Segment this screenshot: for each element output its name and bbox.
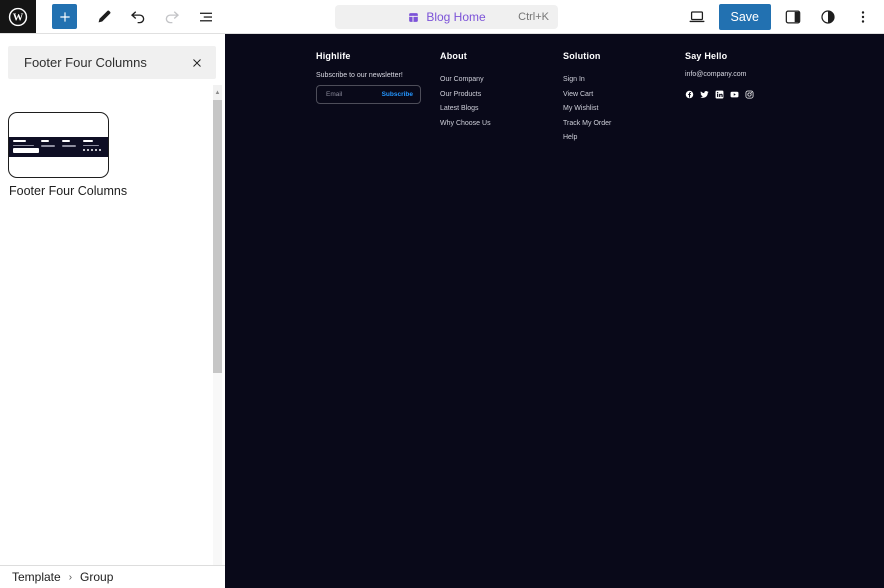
facebook-icon[interactable] xyxy=(685,90,694,99)
footer-column-contact: Say Hello info@company.com xyxy=(685,51,754,146)
footer-column-brand: Highlife Subscribe to our newsletter! Su… xyxy=(316,51,440,146)
footer-column-about: About Our Company Our Products Latest Bl… xyxy=(440,51,563,146)
youtube-icon[interactable] xyxy=(730,90,739,99)
topbar-right-group: Save xyxy=(684,0,877,34)
pencil-icon xyxy=(98,10,111,22)
footer-link[interactable]: View Cart xyxy=(563,88,685,103)
pattern-card-footer-four-columns[interactable] xyxy=(8,112,109,178)
wordpress-logo-button[interactable]: W xyxy=(0,0,36,33)
contact-email[interactable]: info@company.com xyxy=(685,71,754,78)
social-links xyxy=(685,90,754,99)
contrast-icon xyxy=(821,10,835,24)
newsletter-email-input[interactable] xyxy=(324,90,380,99)
editor-canvas: Highlife Subscribe to our newsletter! Su… xyxy=(225,34,884,588)
svg-text:W: W xyxy=(13,12,24,23)
plus-icon xyxy=(59,11,70,22)
footer-link[interactable]: Sign In xyxy=(563,73,685,88)
pattern-search-input[interactable] xyxy=(22,54,186,71)
undo-icon xyxy=(130,10,145,23)
command-bar-shortcut: Ctrl+K xyxy=(518,11,549,23)
footer-link[interactable]: Our Products xyxy=(440,88,563,103)
chevron-right-icon: › xyxy=(68,571,73,583)
breadcrumb: Template › Group xyxy=(0,565,225,588)
footer-link[interactable]: Latest Blogs xyxy=(440,102,563,117)
sidebar-scrollbar[interactable]: ▲ xyxy=(213,85,222,565)
footer-link[interactable]: Help xyxy=(563,131,685,146)
preview-desktop-button[interactable] xyxy=(684,4,710,30)
newsletter-text: Subscribe to our newsletter! xyxy=(316,72,403,79)
template-layout-icon xyxy=(409,12,419,22)
laptop-icon xyxy=(689,11,704,23)
kebab-menu-icon xyxy=(861,11,865,23)
document-overview-button[interactable] xyxy=(193,4,219,30)
save-button[interactable]: Save xyxy=(718,4,771,30)
twitter-icon[interactable] xyxy=(700,90,709,99)
breadcrumb-group[interactable]: Group xyxy=(80,570,113,584)
editor-topbar: W Blog Home Ctrl+K Save xyxy=(0,0,884,34)
footer-about-title: About xyxy=(440,51,467,61)
subscribe-button[interactable]: Subscribe xyxy=(382,91,413,98)
footer-four-columns-block: Highlife Subscribe to our newsletter! Su… xyxy=(316,51,754,146)
footer-link[interactable]: Track My Order xyxy=(563,117,685,132)
redo-icon xyxy=(165,10,180,23)
wordpress-icon: W xyxy=(8,7,28,26)
linkedin-icon[interactable] xyxy=(715,90,724,99)
command-bar-label: Blog Home xyxy=(426,10,486,24)
footer-link[interactable]: My Wishlist xyxy=(563,102,685,117)
settings-sidebar-toggle[interactable] xyxy=(780,4,806,30)
clear-search-button[interactable] xyxy=(186,52,208,74)
command-bar[interactable]: Blog Home Ctrl+K xyxy=(335,5,558,29)
pattern-search-box[interactable] xyxy=(8,46,216,79)
footer-solution-title: Solution xyxy=(563,51,601,61)
tools-button[interactable] xyxy=(91,4,117,30)
footer-brand-title: Highlife xyxy=(316,51,351,61)
block-inserter-button[interactable] xyxy=(52,4,77,29)
redo-button[interactable] xyxy=(159,4,185,30)
patterns-sidebar: Footer Four Columns ▲ xyxy=(0,34,225,565)
scroll-up-arrow[interactable]: ▲ xyxy=(213,85,222,100)
drawer-right-icon xyxy=(785,10,801,24)
scrollbar-thumb[interactable] xyxy=(213,100,222,373)
styles-button[interactable] xyxy=(815,4,841,30)
list-view-icon xyxy=(200,12,212,21)
close-icon xyxy=(193,58,201,67)
footer-column-solution: Solution Sign In View Cart My Wishlist T… xyxy=(563,51,685,146)
footer-contact-title: Say Hello xyxy=(685,51,728,61)
footer-link[interactable]: Our Company xyxy=(440,73,563,88)
footer-link[interactable]: Why Choose Us xyxy=(440,117,563,132)
instagram-icon[interactable] xyxy=(745,90,754,99)
pattern-preview xyxy=(9,137,108,157)
options-menu-button[interactable] xyxy=(850,4,876,30)
newsletter-form: Subscribe xyxy=(316,85,421,104)
pattern-label: Footer Four Columns xyxy=(9,184,128,198)
undo-button[interactable] xyxy=(125,4,151,30)
breadcrumb-template[interactable]: Template xyxy=(12,570,61,584)
